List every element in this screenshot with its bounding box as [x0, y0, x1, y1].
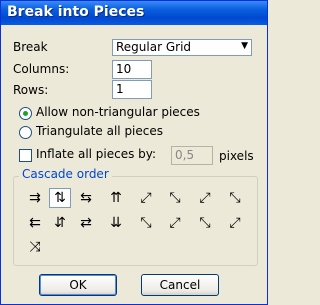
cascade-right-icon[interactable]: ⇉ — [24, 188, 46, 208]
rows-label: Rows: — [13, 83, 49, 97]
cascade-diag-2-icon[interactable]: ⤡ — [164, 188, 186, 208]
triangulate-all-label[interactable]: Triangulate all pieces — [36, 124, 163, 138]
cancel-button[interactable]: Cancel — [141, 274, 219, 296]
cascade-vertical-icon[interactable]: ⇅ — [49, 188, 71, 208]
inflate-label[interactable]: Inflate all pieces by: — [36, 147, 156, 161]
break-select[interactable]: Regular Grid ▼ — [112, 39, 252, 56]
cascade-horizontal-2-icon[interactable]: ⇄ — [75, 213, 97, 233]
cascade-diag-1-icon[interactable]: ⤢ — [135, 188, 157, 208]
cascade-horizontal-icon[interactable]: ⇆ — [75, 188, 97, 208]
inflate-value: 0,5 — [175, 148, 195, 162]
ok-button[interactable]: OK — [39, 274, 117, 296]
inflate-checkbox[interactable] — [19, 149, 32, 162]
cascade-down-icon[interactable]: ⇊ — [105, 213, 127, 233]
inflate-input[interactable]: 0,5 — [171, 146, 213, 165]
cascade-diag-3-icon[interactable]: ⤢ — [194, 188, 216, 208]
cascade-diag-7-icon[interactable]: ⤡ — [194, 213, 216, 233]
break-into-pieces-dialog: Break into Pieces Break Regular Grid ▼ C… — [0, 0, 268, 305]
cascade-up-icon[interactable]: ⇈ — [105, 188, 127, 208]
allow-non-triangular-label[interactable]: Allow non-triangular pieces — [36, 105, 200, 119]
columns-value: 10 — [116, 62, 132, 76]
cascade-diag-6-icon[interactable]: ⤢ — [164, 213, 186, 233]
allow-non-triangular-radio[interactable] — [19, 107, 32, 120]
triangulate-all-radio[interactable] — [19, 126, 32, 139]
title-bar: Break into Pieces — [1, 1, 267, 25]
columns-input[interactable]: 10 — [112, 60, 152, 79]
chevron-down-icon: ▼ — [241, 41, 248, 51]
cascade-diag-4-icon[interactable]: ⤡ — [224, 188, 246, 208]
cascade-vertical-2-icon[interactable]: ⇵ — [49, 213, 71, 233]
break-label: Break — [13, 40, 48, 54]
cascade-diag-8-icon[interactable]: ⤢ — [224, 213, 246, 233]
cascade-random-icon[interactable]: ⤨ — [24, 237, 46, 257]
cascade-left-icon[interactable]: ⇇ — [24, 213, 46, 233]
cascade-diag-5-icon[interactable]: ⤡ — [135, 213, 157, 233]
break-select-value: Regular Grid — [116, 40, 192, 54]
cascade-order-title: Cascade order — [19, 167, 112, 181]
columns-label: Columns: — [13, 62, 70, 76]
inflate-unit: pixels — [219, 149, 254, 163]
rows-input[interactable]: 1 — [112, 80, 152, 99]
dialog-title: Break into Pieces — [7, 4, 145, 20]
rows-value: 1 — [116, 82, 124, 96]
